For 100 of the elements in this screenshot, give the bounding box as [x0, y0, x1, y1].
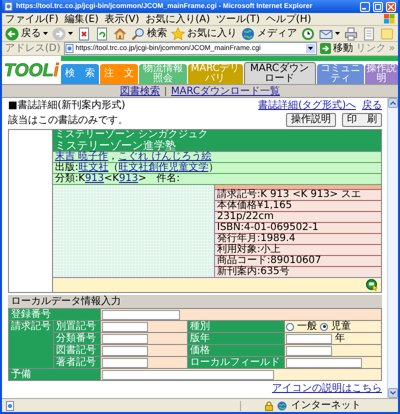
action-button[interactable]: 操作説明	[286, 113, 336, 127]
info-text: （	[108, 162, 118, 173]
help-link[interactable]: アイコンの説明はこちら	[272, 383, 382, 394]
detail-item: 発行年月:1989.4	[215, 234, 381, 245]
info-link[interactable]: 旺文社創作児童文学	[118, 162, 208, 173]
detail-item: 利用対象:小上	[215, 245, 381, 256]
menu-item[interactable]: お気に入り(A)	[145, 14, 210, 24]
radio-label: 児童	[331, 321, 351, 332]
nav-link[interactable]: MARCダウンロード一覧	[171, 86, 280, 96]
back-button[interactable]: 戻る	[5, 26, 48, 40]
print-button[interactable]	[344, 26, 358, 40]
menu-item[interactable]: ファイル(F)	[5, 14, 59, 24]
minimize-button[interactable]	[360, 2, 370, 12]
info-text: 出版:	[55, 162, 78, 173]
forward-arrow-icon	[52, 26, 66, 40]
menu-item[interactable]: ツール(T)	[216, 14, 260, 24]
input-field[interactable]	[102, 322, 148, 332]
history-button[interactable]	[301, 26, 315, 40]
refresh-icon	[95, 26, 109, 40]
detail-item: 新刊案内:635号	[216, 267, 290, 277]
back-arrow-icon	[5, 26, 19, 40]
dropdown-button[interactable]	[306, 44, 315, 53]
document-icon	[362, 26, 376, 40]
caret-icon[interactable]	[68, 32, 73, 36]
radio-button[interactable]	[320, 322, 328, 330]
maximize-icon	[375, 4, 381, 10]
stop-button[interactable]	[77, 26, 91, 40]
nav-link[interactable]: 図書検索	[120, 86, 160, 96]
search-button[interactable]: 検索	[131, 26, 167, 40]
page-icon	[64, 44, 74, 53]
result-message: 該当はこの書誌のみです。	[8, 114, 128, 126]
field-label: ローカルフィールド	[188, 357, 284, 368]
radio-button[interactable]	[286, 322, 294, 330]
field-label: 価格	[188, 345, 284, 356]
lock-icon	[265, 400, 273, 410]
address-label: アドレス(D)	[5, 43, 61, 54]
edit-button[interactable]	[362, 26, 376, 40]
menu-item[interactable]: ヘルプ(H)	[266, 14, 312, 24]
home-button[interactable]	[113, 26, 127, 40]
field-label: 請求記号	[9, 321, 53, 368]
scroll-down-icon[interactable]	[388, 388, 398, 398]
media-button[interactable]: メディア	[241, 26, 297, 40]
page-link[interactable]: 書誌詳細(タグ形式)へ	[258, 100, 356, 111]
menu-item[interactable]: 表示(V)	[104, 14, 140, 24]
field-label: 別置記号	[54, 321, 100, 332]
field-label: 登録番号	[9, 309, 100, 320]
close-button[interactable]	[386, 2, 396, 12]
info-link[interactable]: こぐれ けんじろう絵	[118, 151, 212, 162]
go-button[interactable]: 移動	[320, 43, 353, 54]
detail-item: 商品コード:89010607	[215, 256, 381, 267]
input-field[interactable]	[102, 370, 274, 380]
caret-icon[interactable]	[43, 32, 48, 36]
title-reading: ミステリーゾーン シンガクジュク	[55, 130, 210, 140]
caret-icon[interactable]	[335, 32, 340, 36]
globe-icon	[277, 400, 287, 410]
forward-button[interactable]	[52, 26, 73, 40]
refresh-button[interactable]	[95, 26, 109, 40]
star-icon	[171, 26, 185, 40]
detail-item: 231p/22cm	[215, 212, 381, 223]
page-link[interactable]: 戻る	[362, 100, 382, 111]
go-arrow-icon	[320, 43, 331, 54]
unit-label: 年	[335, 333, 345, 344]
info-text: ）	[208, 162, 218, 173]
input-field[interactable]	[102, 334, 148, 344]
scroll-up-icon[interactable]	[388, 98, 398, 108]
field-label: 著者記号	[54, 357, 100, 368]
info-link[interactable]: 末吉 暁子作	[55, 151, 108, 162]
globe-icon	[241, 26, 255, 40]
field-label: 種別	[188, 321, 284, 332]
action-button[interactable]: 印 刷	[342, 113, 382, 127]
input-field[interactable]	[286, 346, 332, 356]
field-label: 分類番号	[54, 333, 100, 344]
info-text: ，	[108, 151, 118, 162]
info-link[interactable]: 旺文社	[78, 162, 108, 173]
section-header: ローカルデータ情報入力	[8, 295, 382, 308]
cursor-badge-icon[interactable]	[366, 279, 378, 291]
zone-label: インターネット	[291, 400, 361, 411]
input-field[interactable]	[102, 358, 148, 368]
note-icon	[380, 26, 394, 40]
radio-label: 一般	[297, 321, 317, 332]
nav-tab[interactable]: MARCダウンロード	[244, 62, 316, 84]
input-field[interactable]	[286, 334, 332, 344]
input-field[interactable]	[102, 346, 148, 356]
field-label: 版年	[188, 333, 284, 344]
field-label: 予備	[9, 369, 100, 380]
caret-icon[interactable]	[308, 46, 313, 50]
page-icon	[4, 2, 13, 11]
input-field[interactable]	[102, 310, 180, 320]
stop-icon	[77, 26, 91, 40]
info-link[interactable]: 913	[118, 173, 138, 184]
info-link[interactable]: 913	[84, 173, 104, 184]
logo: TOOLi	[3, 59, 58, 82]
favorites-button[interactable]: お気に入り	[171, 26, 237, 40]
input-field[interactable]	[286, 358, 362, 368]
maximize-button[interactable]	[373, 2, 383, 12]
house-icon	[113, 26, 127, 40]
search-icon	[131, 26, 145, 40]
detail-item: ISBN:4-01-069502-1	[215, 223, 381, 234]
scrollbar[interactable]	[387, 98, 398, 398]
menu-item[interactable]: 編集(E)	[64, 14, 99, 24]
